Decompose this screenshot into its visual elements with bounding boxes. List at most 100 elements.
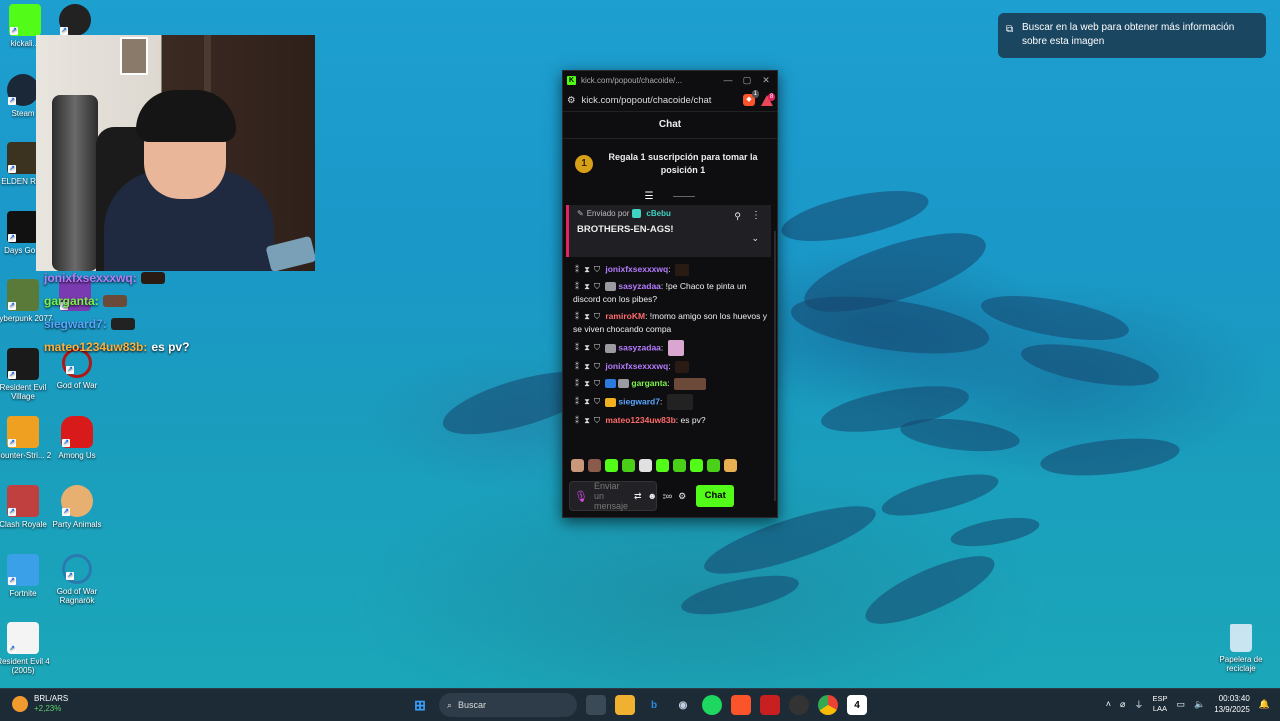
- steam-taskbar-icon[interactable]: ◉: [673, 695, 693, 715]
- chat-message: ⁑ ⧗ ⛉ sasyzadaa: !pe Chaco te pinta un dis…: [573, 281, 747, 304]
- fortnite-icon: ↗: [7, 554, 39, 586]
- emote-icon[interactable]: [571, 459, 584, 472]
- send-chat-button[interactable]: Chat: [696, 485, 735, 507]
- brave-browser-icon[interactable]: [731, 695, 751, 715]
- desktop-icon-party-animals[interactable]: ↗ Party Animals: [46, 485, 108, 529]
- chat-message: ⁑ ⧗ ⛉ mateo1234uw83b: es pv?: [575, 415, 706, 425]
- pin-badge-icon: ⁑: [575, 397, 579, 407]
- dolphin-shape: [1018, 336, 1162, 394]
- clock[interactable]: 00:03:40 13/9/2025: [1214, 693, 1250, 715]
- emote-icon[interactable]: [622, 459, 635, 472]
- chevron-down-icon[interactable]: ⌄: [751, 233, 759, 244]
- emote-icon: [674, 263, 689, 276]
- taskbar-apps: ⊞ ⌕ Buscar b ◉ 4: [410, 693, 867, 717]
- sub-badge-icon: [605, 379, 617, 389]
- days-gone-icon: ↗: [7, 211, 39, 243]
- brave-rewards-icon[interactable]: 8: [761, 92, 776, 106]
- network-icon[interactable]: ⌀: [1120, 699, 1125, 710]
- obs-taskbar-icon[interactable]: [789, 695, 809, 715]
- hourglass-badge-icon: ⧗: [584, 312, 590, 321]
- pinned-message[interactable]: ✎ Enviado por cBebu BROTHERS-EN-AGS! ⚲ ⋮…: [566, 205, 771, 257]
- emote-icon: [102, 294, 127, 307]
- window-titlebar[interactable]: K kick.com/popout/chacoide/... — ▢ ✕: [563, 71, 777, 89]
- minimize-button[interactable]: —: [721, 75, 735, 85]
- steam-icon: ↗: [7, 74, 39, 106]
- display-icon[interactable]: ▭: [1176, 699, 1185, 710]
- emote-icon[interactable]: [707, 459, 720, 472]
- brave-shields-icon[interactable]: ◆ 1: [743, 90, 759, 106]
- maximize-button[interactable]: ▢: [740, 75, 754, 86]
- crown-badge-icon: [605, 397, 617, 407]
- chat-message-input[interactable]: 🎙 Enviar un mensaje ⇄ ☻: [569, 481, 657, 511]
- currency-widget[interactable]: BRL/ARS +2,23%: [12, 694, 68, 713]
- language-indicator[interactable]: ESP LAA: [1152, 694, 1167, 714]
- emote-icon[interactable]: [656, 459, 669, 472]
- settings-gear-icon[interactable]: ⚙: [678, 491, 686, 502]
- spotify-icon[interactable]: [702, 695, 722, 715]
- task-view-icon[interactable]: [586, 695, 606, 715]
- emote-icon: [674, 360, 689, 373]
- chevron-up-icon[interactable]: ˄: [1106, 699, 1111, 709]
- window-title: kick.com/popout/chacoide/...: [581, 75, 682, 85]
- site-settings-icon[interactable]: ⚙: [567, 95, 576, 106]
- emote-icon[interactable]: [605, 459, 618, 472]
- emoji-icon[interactable]: ☻: [648, 491, 657, 501]
- windows-start-icon[interactable]: ⊞: [410, 695, 430, 715]
- chrome-icon[interactable]: [818, 695, 838, 715]
- among-us-icon: ↗: [61, 416, 93, 448]
- cyberpunk-icon: ↗: [7, 279, 39, 311]
- desktop-icon-among-us[interactable]: ↗ Among Us: [46, 416, 108, 460]
- dolphin-shape: [678, 567, 802, 623]
- emote-icon[interactable]: [724, 459, 737, 472]
- app-icon[interactable]: [760, 695, 780, 715]
- microphone-tray-icon[interactable]: ⏚: [1134, 698, 1143, 711]
- visual-search-tooltip[interactable]: ⧉ Buscar en la web para obtener más info…: [998, 13, 1266, 58]
- unpin-icon[interactable]: ⚲: [734, 211, 741, 222]
- address-bar[interactable]: ⚙ kick.com/popout/chacoide/chat ◆ 1 8: [563, 89, 777, 112]
- desktop-icon-gow-ragnarok[interactable]: ↗ God of War Ragnarök: [46, 554, 108, 605]
- chat-message: ⁑ ⧗ ⛉ sasyzadaa:: [573, 340, 767, 356]
- currency-flame-icon: [12, 695, 28, 712]
- clash-royale-icon: ↗: [7, 485, 39, 517]
- kick-icon: ↗: [9, 4, 41, 36]
- bing-icon[interactable]: b: [644, 695, 664, 715]
- translate-icon[interactable]: ⇄: [634, 491, 642, 502]
- more-options-icon[interactable]: ⋮: [751, 210, 761, 221]
- sub-goal-banner[interactable]: 1 Regala 1 suscripción para tomar la pos…: [563, 139, 777, 189]
- file-explorer-icon[interactable]: [615, 695, 635, 715]
- goal-expander[interactable]: ☰: [563, 189, 777, 203]
- emote-icon[interactable]: [690, 459, 703, 472]
- emote-icon[interactable]: [588, 459, 601, 472]
- url-text: kick.com/popout/chacoide/chat: [581, 94, 712, 106]
- points-icon[interactable]: ⦂∞: [663, 491, 672, 502]
- chat-header: Chat: [563, 112, 777, 139]
- microphone-icon[interactable]: 🎙: [574, 490, 588, 503]
- pinned-username[interactable]: cBebu: [646, 209, 670, 218]
- quick-emote-bar: [571, 459, 737, 472]
- shield-badge-icon: ⛉: [594, 397, 600, 407]
- notification-bell-icon[interactable]: 🔔: [1259, 699, 1270, 710]
- taskbar-search-box[interactable]: ⌕ Buscar: [439, 693, 577, 717]
- overlay-chat-line: siegward7:: [44, 312, 189, 335]
- kick-logo-icon: K: [567, 75, 576, 85]
- desktop-icon-obs[interactable]: ↗: [44, 4, 106, 39]
- volume-icon[interactable]: 🔈: [1194, 699, 1205, 710]
- pin-badge-icon: ⁑: [575, 312, 579, 321]
- resident-evil-4-icon: ↗: [7, 622, 39, 654]
- chat-scrollbar[interactable]: [774, 231, 776, 501]
- desktop-icon-recycle-bin[interactable]: Papelera de reciclaje: [1210, 624, 1272, 673]
- shield-badge-icon: ⛉: [594, 312, 600, 321]
- overlay-chat-line: mateo1234uw83b: es pv?: [44, 339, 190, 354]
- sub-badge-icon: [632, 209, 642, 218]
- dolphin-shape: [857, 543, 1003, 637]
- close-button[interactable]: ✕: [759, 75, 773, 86]
- emote-icon[interactable]: [673, 459, 686, 472]
- god-of-war-ragnarok-icon: ↗: [62, 554, 92, 584]
- resident-evil-4-taskbar-icon[interactable]: 4: [847, 695, 867, 715]
- desktop-icon-re4[interactable]: ↗ Resident Evil 4 (2005): [0, 622, 54, 675]
- divider: [673, 195, 696, 197]
- elden-ring-icon: ↗: [7, 142, 39, 174]
- sub-badge-icon: [618, 379, 630, 389]
- pin-badge-icon: ⁑: [575, 343, 579, 353]
- emote-icon[interactable]: [639, 459, 652, 472]
